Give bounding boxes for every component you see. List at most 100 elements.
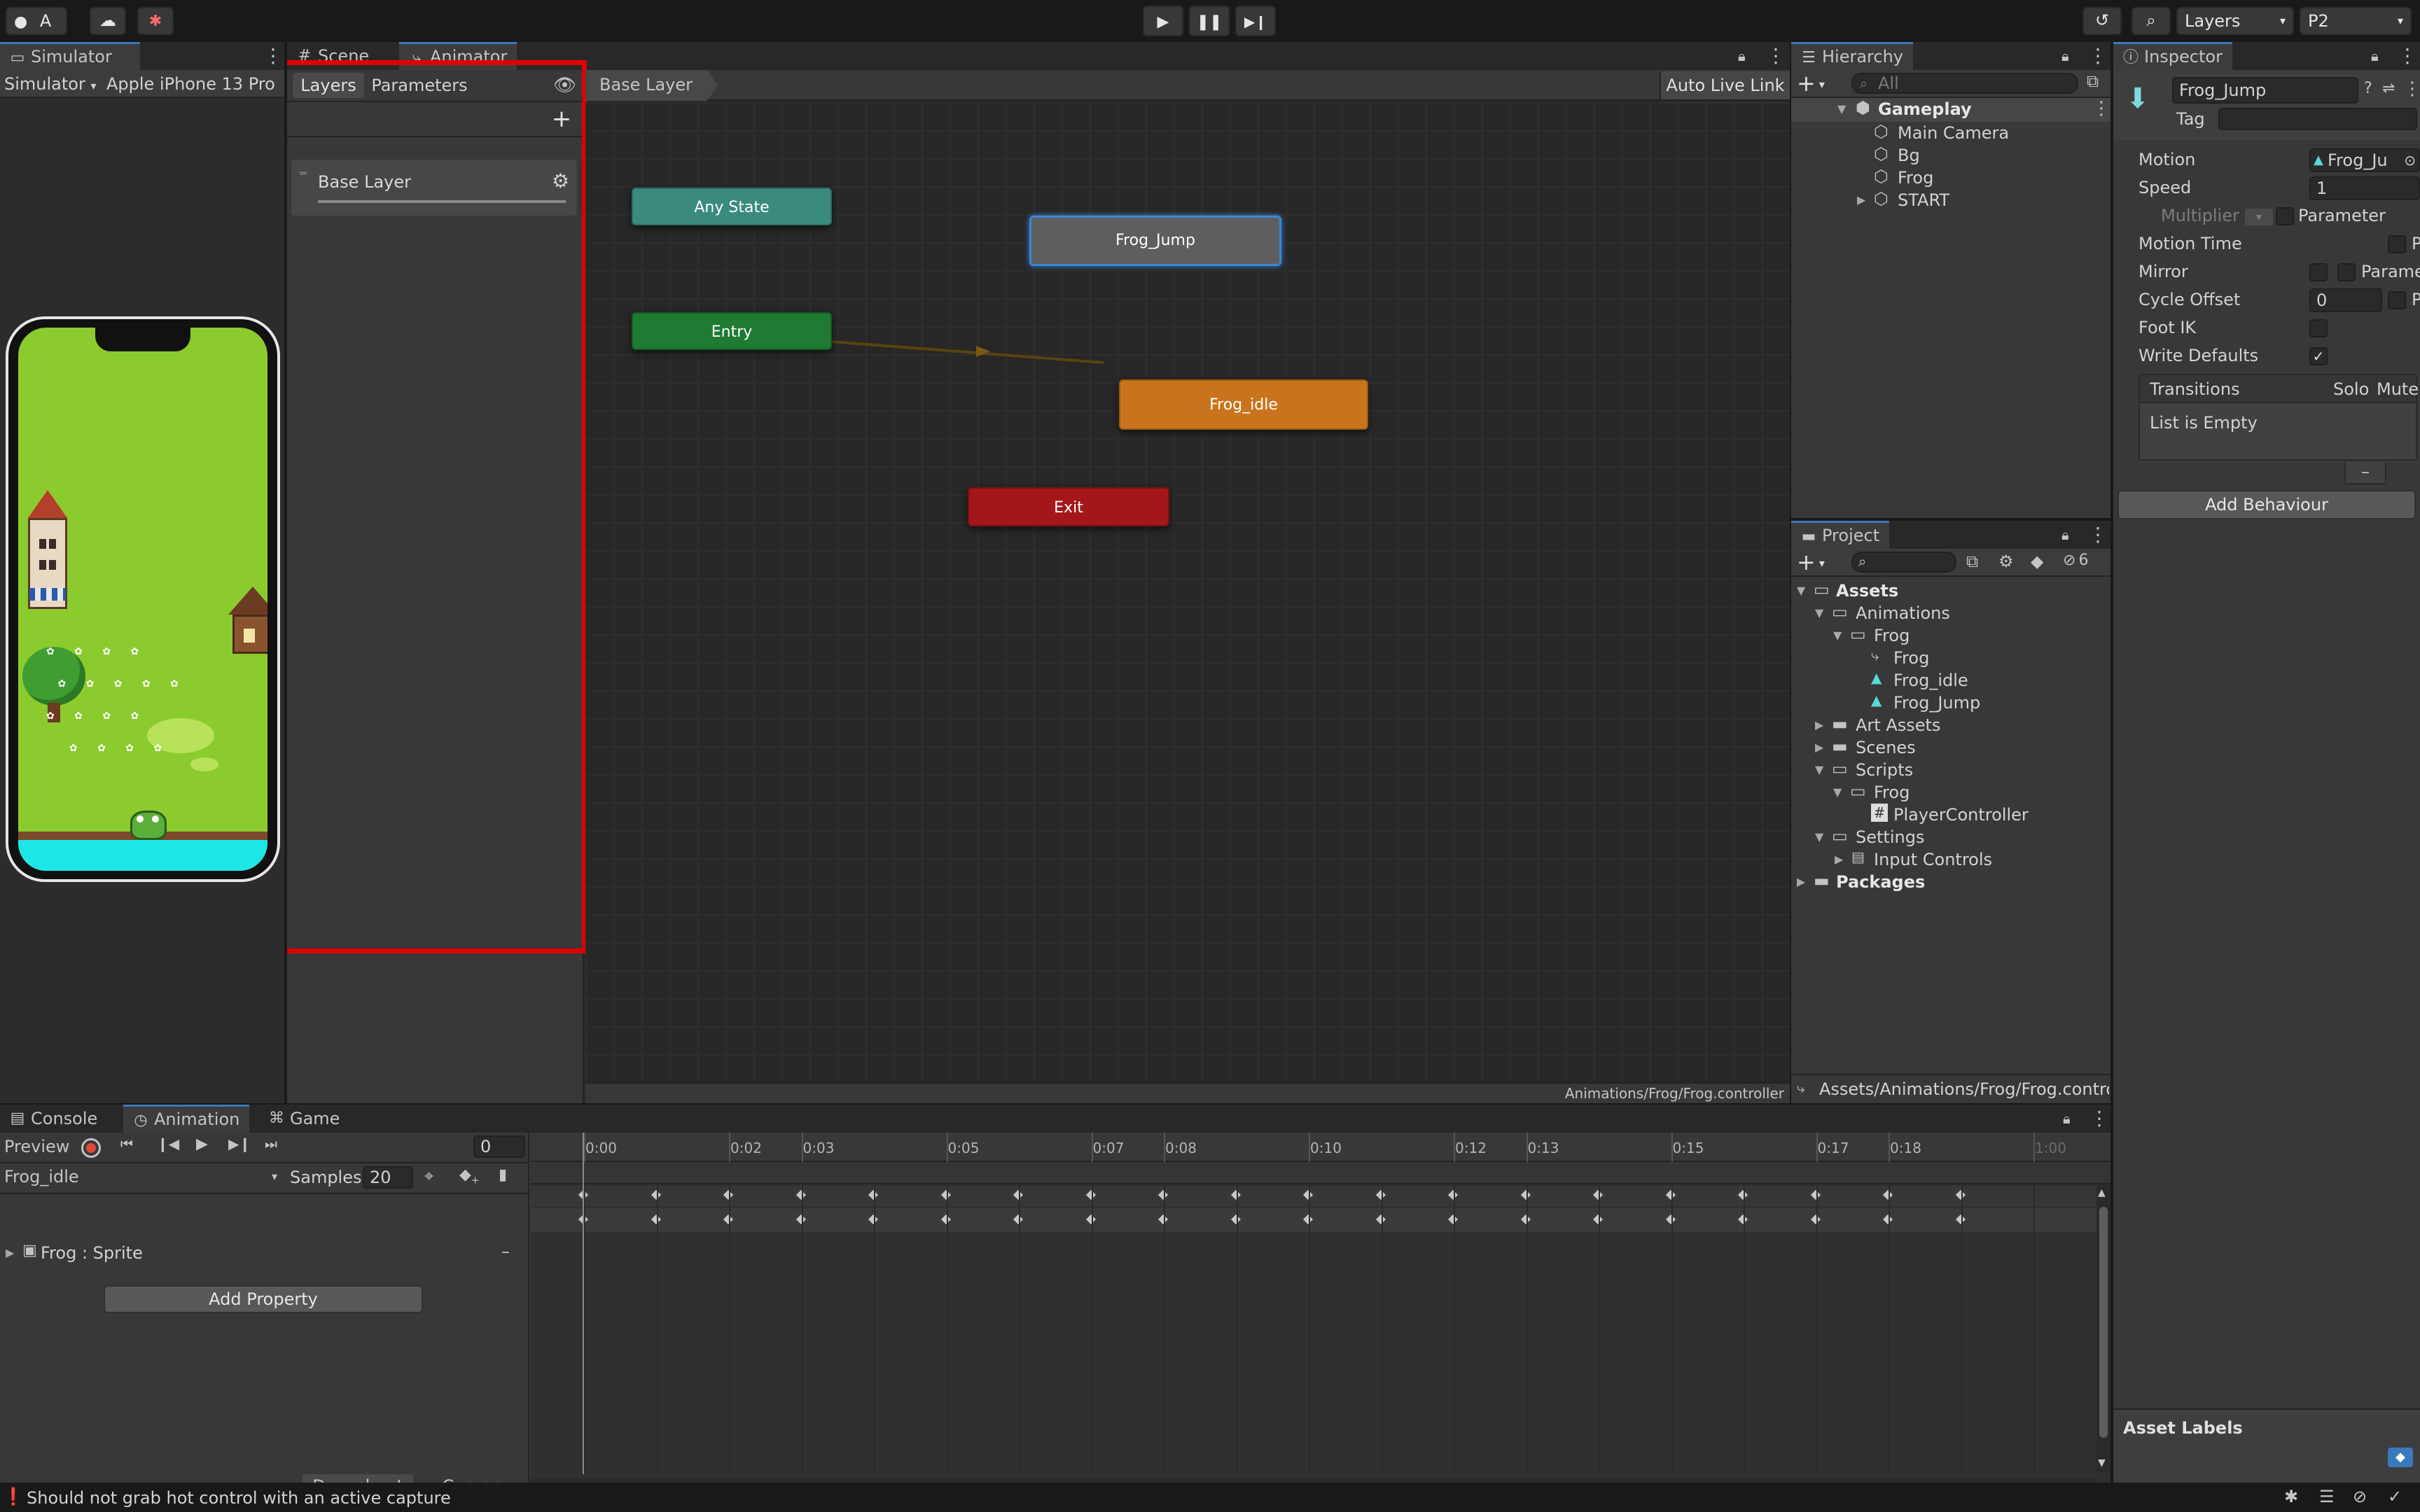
expand-arrow-icon[interactable]: ▶ xyxy=(6,1246,14,1259)
cycle-offset-field[interactable]: 0 xyxy=(2309,288,2382,312)
lock-icon[interactable]: 🔒︎ xyxy=(2061,521,2069,549)
project-row[interactable]: ▼ ▭ Assets xyxy=(1791,580,2110,602)
label-tag-icon[interactable]: ◆ xyxy=(2388,1448,2413,1467)
expand-arrow-icon[interactable]: ▶ xyxy=(1815,741,1823,754)
node-exit[interactable]: Exit xyxy=(968,487,1169,526)
expand-arrow-icon[interactable]: ▶ xyxy=(1815,718,1823,732)
cycle-offset-param-checkbox[interactable] xyxy=(2388,291,2406,309)
expand-arrow-icon[interactable]: ▼ xyxy=(1797,584,1805,597)
tab-project[interactable]: ▬ Project xyxy=(1791,521,1890,549)
filter-by-type-icon[interactable]: ⚙ xyxy=(1998,552,2014,571)
expand-arrow-icon[interactable]: ▼ xyxy=(1815,763,1823,776)
tab-game[interactable]: ⌘ Game xyxy=(259,1105,349,1133)
add-behaviour-button[interactable]: Add Behaviour xyxy=(2118,490,2416,519)
timeline-events-row[interactable] xyxy=(531,1162,2110,1184)
animator-graph[interactable]: Any State Entry Exit Frog_Jump Frog_idle xyxy=(585,102,1790,1082)
project-row[interactable]: ▼ ▭ Animations xyxy=(1791,602,2110,624)
simulator-mode-dropdown[interactable]: Simulator ▾ xyxy=(4,74,97,94)
timeline[interactable]: 0:00 0:02 0:03 0:05 0:07 0:08 0:10 0:12 0:13 0:15… xyxy=(531,1133,2110,1498)
tab-simulator[interactable]: ▭ Simulator xyxy=(0,42,140,70)
foot-ik-checkbox[interactable] xyxy=(2309,319,2328,337)
kebab-icon[interactable]: ⋮ xyxy=(2398,42,2417,70)
hidden-packages-icon[interactable]: ⊘ 6 xyxy=(2063,552,2088,569)
expand-arrow-icon[interactable]: ▼ xyxy=(1833,629,1842,642)
node-frog-jump[interactable]: Frog_Jump xyxy=(1029,216,1281,266)
project-row[interactable]: ▼ ▭ Frog xyxy=(1791,624,2110,647)
kebab-icon[interactable]: ⋮ xyxy=(1766,42,1786,70)
hierarchy-search[interactable]: ⌕ All xyxy=(1851,73,2078,94)
kebab-icon[interactable]: ⋮ xyxy=(2403,78,2420,99)
play-animation-icon[interactable]: ▶ xyxy=(196,1135,208,1153)
layout-dropdown[interactable]: P2 ▾ xyxy=(2300,7,2412,35)
kebab-icon[interactable]: ⋮ xyxy=(2088,42,2108,70)
mirror-checkbox[interactable] xyxy=(2309,263,2328,281)
filter-by-label-icon[interactable]: ◆ xyxy=(2031,552,2043,571)
speed-field[interactable]: 1 xyxy=(2309,176,2420,200)
kebab-icon[interactable]: ⋮ xyxy=(2088,521,2108,549)
check-icon[interactable]: ✓ xyxy=(2388,1487,2402,1506)
object-picker-icon[interactable]: ⊙ xyxy=(2404,150,2416,171)
next-keyframe-icon[interactable]: ▶❙ xyxy=(228,1135,251,1152)
project-row[interactable]: ▲ Frog_idle xyxy=(1791,669,2110,692)
motion-time-checkbox[interactable] xyxy=(2388,235,2406,253)
last-keyframe-icon[interactable]: ⏭ xyxy=(265,1135,277,1152)
project-row[interactable]: ▶ ▤ Input Controls xyxy=(1791,848,2110,871)
auto-live-link-button[interactable]: Auto Live Link xyxy=(1660,71,1790,99)
account-dropdown[interactable]: ● A ▾ xyxy=(6,7,67,56)
create-button[interactable]: + ▾ xyxy=(1797,549,1825,577)
tab-animation[interactable]: ◷ Animation xyxy=(123,1105,250,1133)
expand-arrow-icon[interactable]: ▶ xyxy=(1797,875,1805,888)
lock-icon[interactable]: 🔒︎ xyxy=(2063,1105,2071,1133)
project-row[interactable]: ▶ ▬ Art Assets xyxy=(1791,714,2110,736)
tab-inspector[interactable]: ⓘ Inspector xyxy=(2113,42,2232,70)
project-row[interactable]: # PlayerController xyxy=(1791,804,2110,826)
search-button[interactable]: ⌕ xyxy=(2132,7,2171,35)
preview-button[interactable]: Preview xyxy=(0,1134,76,1159)
project-row[interactable]: ⤷ Frog xyxy=(1791,647,2110,669)
preset-icon[interactable]: ⇌ xyxy=(2382,80,2395,97)
debug-icon[interactable]: ✱ xyxy=(2284,1487,2298,1506)
kebab-icon[interactable]: ⋮ xyxy=(2092,98,2110,119)
scroll-up-icon[interactable]: ▲ xyxy=(2098,1187,2106,1198)
add-keyframe-icon[interactable]: ⌖ xyxy=(424,1166,434,1186)
help-icon[interactable]: ? xyxy=(2364,80,2372,97)
tab-console[interactable]: ▤ Console xyxy=(0,1105,107,1133)
samples-field[interactable]: 20 xyxy=(363,1166,413,1189)
expand-arrow-icon[interactable]: ▶ xyxy=(1857,193,1865,206)
scroll-thumb[interactable] xyxy=(2099,1207,2108,1438)
multiplier-dropdown[interactable]: ▾ xyxy=(2245,209,2273,225)
history-button[interactable]: ↺ xyxy=(2082,7,2122,35)
record-button[interactable] xyxy=(81,1138,101,1158)
add-keyframe-diamond-icon[interactable]: ◆+ xyxy=(459,1166,480,1186)
motion-field[interactable]: ▲ Frog_Ju ⊙ xyxy=(2309,148,2420,172)
hierarchy-item[interactable]: ⬡ Frog xyxy=(1791,167,2110,189)
project-row[interactable]: ▲ Frog_Jump xyxy=(1791,692,2110,714)
hierarchy-scene-row[interactable]: ▼ ⬢ Gameplay ⋮ xyxy=(1791,98,2110,122)
scene-visibility-icon[interactable]: ⧉ xyxy=(2087,71,2099,91)
frame-field[interactable]: 0 xyxy=(473,1135,525,1158)
node-frog-idle[interactable]: Frog_idle xyxy=(1119,379,1368,430)
remove-transition-button[interactable]: – xyxy=(2344,462,2386,484)
play-button[interactable]: ▶ xyxy=(1143,6,1183,36)
project-search[interactable]: ⌕ xyxy=(1851,552,1956,573)
state-name-field[interactable]: Frog_Jump xyxy=(2172,77,2358,104)
node-entry[interactable]: Entry xyxy=(632,312,832,350)
expand-arrow-icon[interactable]: ▶ xyxy=(1835,853,1843,866)
tab-hierarchy[interactable]: ☰ Hierarchy xyxy=(1791,42,1914,70)
hierarchy-item[interactable]: ⬡ Main Camera xyxy=(1791,122,2110,144)
kebab-icon[interactable]: ⋮ xyxy=(2089,1105,2109,1133)
first-keyframe-icon[interactable]: ⏮ xyxy=(120,1135,133,1152)
expand-arrow-icon[interactable]: ▼ xyxy=(1815,606,1823,620)
scroll-down-icon[interactable]: ▼ xyxy=(2098,1457,2106,1469)
tag-field[interactable] xyxy=(2218,108,2417,130)
multiplier-parameter-checkbox[interactable] xyxy=(2276,207,2294,225)
hierarchy-item[interactable]: ▶ ⬡ START xyxy=(1791,189,2110,211)
project-row[interactable]: ▶ ▬ Scenes xyxy=(1791,736,2110,759)
lock-icon[interactable]: 🔒︎ xyxy=(2061,42,2069,70)
project-row[interactable]: ▼ ▭ Scripts xyxy=(1791,759,2110,781)
kebab-icon[interactable]: ⋮ xyxy=(263,42,283,70)
status-message[interactable]: Should not grab hot control with an acti… xyxy=(27,1488,451,1508)
project-row[interactable]: ▼ ▭ Frog xyxy=(1791,781,2110,804)
network-icon[interactable]: ⊘ xyxy=(2353,1487,2367,1506)
mirror-param-checkbox[interactable] xyxy=(2337,263,2356,281)
